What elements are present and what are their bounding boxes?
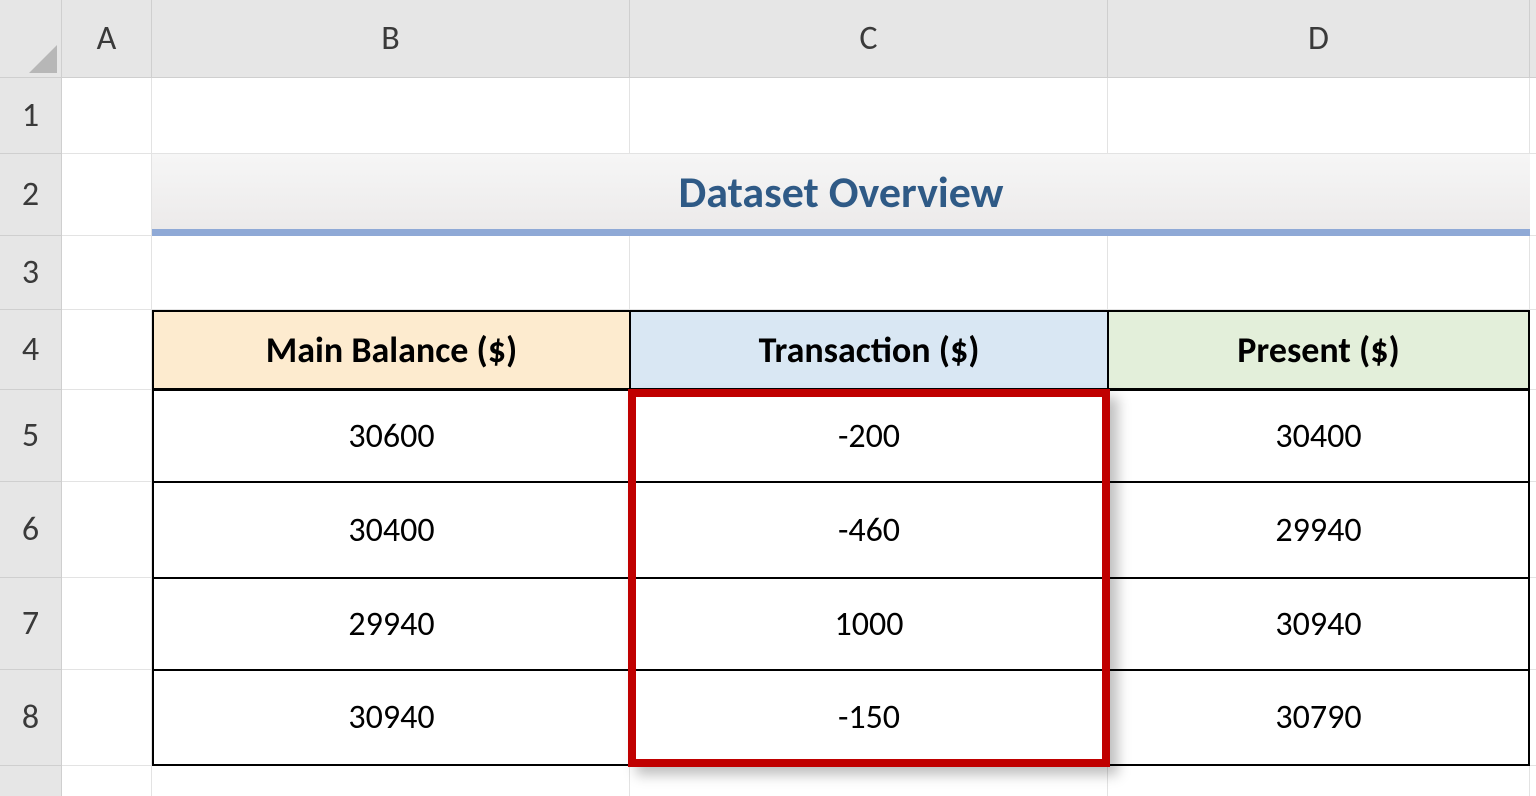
cell-A7[interactable] — [62, 578, 152, 670]
row-header-5[interactable]: 5 — [0, 390, 62, 482]
row-header-edge — [0, 766, 62, 796]
cell-C6[interactable]: -460 — [630, 482, 1108, 578]
title-merged-cell[interactable]: Dataset Overview — [152, 154, 1530, 236]
cell-edge — [1530, 578, 1536, 670]
cell-edge — [1530, 154, 1536, 236]
cell-D7[interactable]: 30940 — [1108, 578, 1530, 670]
cell-A5[interactable] — [62, 390, 152, 482]
cell-edge — [1530, 390, 1536, 482]
cell-edge — [1530, 236, 1536, 310]
cell-edge — [1530, 766, 1536, 796]
column-header-A[interactable]: A — [62, 0, 152, 78]
cell-C7[interactable]: 1000 — [630, 578, 1108, 670]
cell-D1[interactable] — [1108, 78, 1530, 154]
cell-A4[interactable] — [62, 310, 152, 390]
column-header-C[interactable]: C — [630, 0, 1108, 78]
cell-B5[interactable]: 30600 — [152, 390, 630, 482]
select-all-corner[interactable] — [0, 0, 62, 78]
cell-C1[interactable] — [630, 78, 1108, 154]
cell-A1[interactable] — [62, 78, 152, 154]
column-header-edge — [1530, 0, 1536, 78]
cell-A8[interactable] — [62, 670, 152, 766]
cell-edge — [1530, 482, 1536, 578]
row-header-8[interactable]: 8 — [0, 670, 62, 766]
cell-B1[interactable] — [152, 78, 630, 154]
cell-edge — [630, 766, 1108, 796]
cell-B3[interactable] — [152, 236, 630, 310]
cell-B6[interactable]: 30400 — [152, 482, 630, 578]
cell-edge — [1530, 670, 1536, 766]
row-header-2[interactable]: 2 — [0, 154, 62, 236]
cell-D8[interactable]: 30790 — [1108, 670, 1530, 766]
select-all-triangle-icon — [29, 45, 57, 73]
cell-C5[interactable]: -200 — [630, 390, 1108, 482]
cell-A3[interactable] — [62, 236, 152, 310]
column-header-B[interactable]: B — [152, 0, 630, 78]
cell-D6[interactable]: 29940 — [1108, 482, 1530, 578]
row-header-4[interactable]: 4 — [0, 310, 62, 390]
row-header-3[interactable]: 3 — [0, 236, 62, 310]
header-present[interactable]: Present ($) — [1108, 310, 1530, 390]
row-header-1[interactable]: 1 — [0, 78, 62, 154]
row-header-6[interactable]: 6 — [0, 482, 62, 578]
cell-B7[interactable]: 29940 — [152, 578, 630, 670]
cell-A6[interactable] — [62, 482, 152, 578]
cell-C3[interactable] — [630, 236, 1108, 310]
header-main-balance[interactable]: Main Balance ($) — [152, 310, 630, 390]
cell-edge — [152, 766, 630, 796]
cell-edge — [1530, 310, 1536, 390]
cell-edge — [1530, 78, 1536, 154]
spreadsheet-grid: A B C D 1 2 Dataset Overview 3 4 Main Ba… — [0, 0, 1536, 796]
cell-edge — [62, 766, 152, 796]
cell-B8[interactable]: 30940 — [152, 670, 630, 766]
cell-A2[interactable] — [62, 154, 152, 236]
row-header-7[interactable]: 7 — [0, 578, 62, 670]
cell-D3[interactable] — [1108, 236, 1530, 310]
header-transaction[interactable]: Transaction ($) — [630, 310, 1108, 390]
cell-C8[interactable]: -150 — [630, 670, 1108, 766]
column-header-D[interactable]: D — [1108, 0, 1530, 78]
cell-edge — [1108, 766, 1530, 796]
cell-D5[interactable]: 30400 — [1108, 390, 1530, 482]
